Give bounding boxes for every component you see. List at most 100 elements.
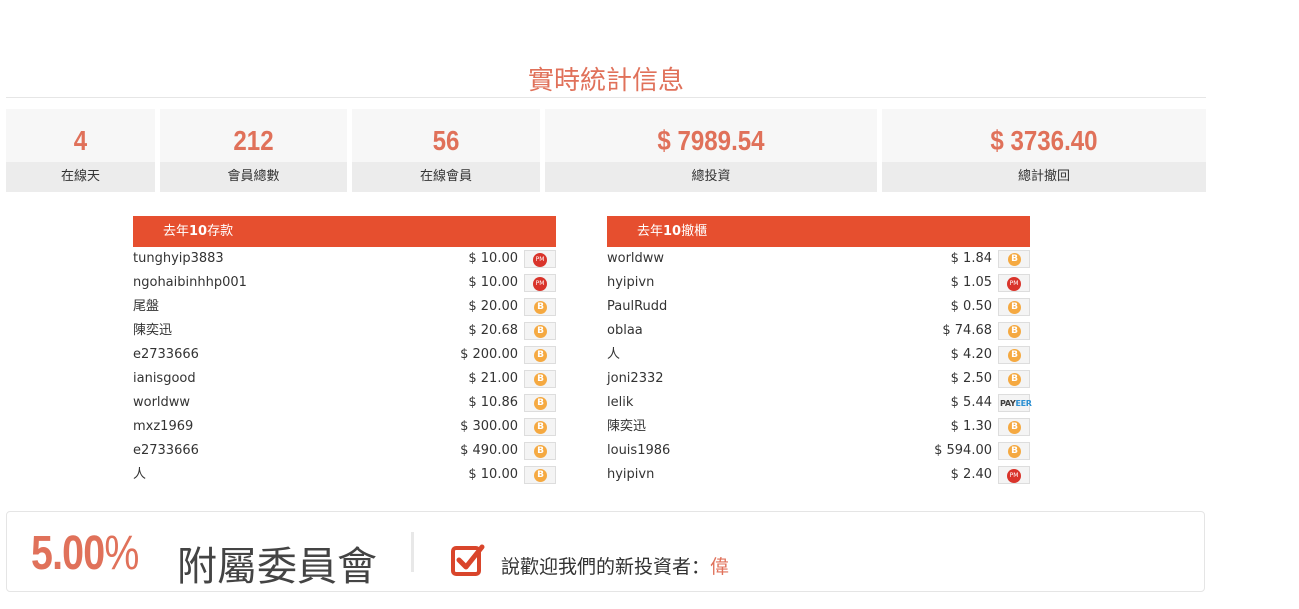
member-name: joni2332	[607, 371, 664, 386]
member-name: 人	[133, 467, 147, 482]
member-name: e2733666	[133, 443, 199, 458]
header-text: 去年	[163, 224, 190, 239]
percent-sign: %	[104, 527, 139, 580]
amount: $ 490.00	[460, 443, 518, 458]
header-count: 10	[189, 224, 208, 239]
bitcoin-badge: B	[998, 418, 1030, 436]
list-row: e2733666 $ 490.00 B	[133, 439, 556, 463]
list-row: tunghyip3883 $ 10.00 PM	[133, 247, 556, 271]
stat-online-members: 56 在線會員	[352, 109, 540, 192]
list-row: 人 $ 4.20 B	[607, 343, 1030, 367]
member-name: mxz1969	[133, 419, 194, 434]
bitcoin-badge: B	[524, 418, 556, 436]
list-row: 陳奕迅 $ 20.68 B	[133, 319, 556, 343]
stat-total-invested: $ 7989.54 總投資	[545, 109, 877, 192]
list-row: mxz1969 $ 300.00 B	[133, 415, 556, 439]
amount: $ 594.00	[934, 443, 992, 458]
bitcoin-badge: B	[524, 346, 556, 364]
stat-label: 會員總數	[160, 162, 347, 192]
amount: $ 1.30	[950, 419, 992, 434]
stat-total-withdrawn: $ 3736.40 總計撤回	[882, 109, 1206, 192]
list-row: worldww $ 1.84 B	[607, 247, 1030, 271]
amount: $ 1.05	[950, 275, 992, 290]
affiliate-percent-value: 5.00	[31, 527, 105, 580]
perfect-money-icon: PM	[533, 253, 547, 267]
list-row: PaulRudd $ 0.50 B	[607, 295, 1030, 319]
deposits-list: tunghyip3883 $ 10.00 PM ngohaibinhhp001 $ 10…	[133, 247, 556, 487]
newest-investor-name: 偉	[710, 556, 730, 578]
amount: $ 10.86	[468, 395, 518, 410]
header-text: 撤櫃	[681, 224, 708, 239]
member-name: ianisgood	[133, 371, 196, 386]
bitcoin-badge: B	[524, 442, 556, 460]
last-withdrawals-header: 去年10撤櫃	[607, 216, 1030, 247]
stat-label: 在線會員	[352, 162, 540, 192]
bitcoin-badge: B	[524, 370, 556, 388]
list-row: joni2332 $ 2.50 B	[607, 367, 1030, 391]
amount: $ 20.00	[468, 299, 518, 314]
perfect-money-badge: PM	[998, 274, 1030, 292]
amount: $ 10.00	[468, 251, 518, 266]
list-row: louis1986 $ 594.00 B	[607, 439, 1030, 463]
bitcoin-badge: B	[524, 394, 556, 412]
bitcoin-icon: B	[534, 445, 547, 458]
bitcoin-icon: B	[1008, 253, 1021, 266]
bitcoin-badge: B	[524, 466, 556, 484]
bitcoin-icon: B	[534, 421, 547, 434]
bitcoin-badge: B	[524, 298, 556, 316]
member-name: e2733666	[133, 347, 199, 362]
payeer-icon: PAYEER	[1000, 398, 1032, 409]
list-row: e2733666 $ 200.00 B	[133, 343, 556, 367]
amount: $ 2.50	[950, 371, 992, 386]
bitcoin-icon: B	[1008, 325, 1021, 338]
bitcoin-icon: B	[534, 349, 547, 362]
bitcoin-icon: B	[1008, 349, 1021, 362]
bitcoin-icon: B	[534, 325, 547, 338]
member-name: hyipivn	[607, 275, 655, 290]
bitcoin-icon: B	[534, 397, 547, 410]
list-row: hyipivn $ 1.05 PM	[607, 271, 1030, 295]
amount: $ 20.68	[468, 323, 518, 338]
stat-label: 在線天	[6, 162, 155, 192]
amount: $ 21.00	[468, 371, 518, 386]
amount: $ 10.00	[468, 467, 518, 482]
amount: $ 5.44	[950, 395, 992, 410]
affiliate-banner: 5.00% 附屬委員會 說歡迎我們的新投資者：偉	[6, 511, 1205, 592]
affiliate-percent: 5.00%	[31, 526, 139, 581]
list-row: 人 $ 10.00 B	[133, 463, 556, 487]
amount: $ 1.84	[950, 251, 992, 266]
stat-value: 4	[73, 125, 88, 156]
last-withdrawals-panel: 去年10撤櫃 worldww $ 1.84 Bhyipivn $ 1.05 PM Paul…	[607, 216, 1032, 487]
stat-total-members: 212 會員總數	[160, 109, 347, 192]
vertical-divider	[411, 532, 414, 572]
payeer-logo-text: PAY	[1000, 399, 1016, 408]
amount: $ 74.68	[942, 323, 992, 338]
affiliate-label: 附屬委員會	[177, 544, 377, 590]
amount: $ 200.00	[460, 347, 518, 362]
header-count: 10	[663, 224, 682, 239]
last-deposits-panel: 去年10存款 tunghyip3883 $ 10.00 PM ngohaibinhhp…	[133, 216, 556, 487]
perfect-money-badge: PM	[524, 250, 556, 268]
bitcoin-icon: B	[1008, 373, 1021, 386]
bitcoin-badge: B	[998, 250, 1030, 268]
bitcoin-icon: B	[1008, 445, 1021, 458]
member-name: oblaa	[607, 323, 643, 338]
stats-title: 實時統計信息	[527, 66, 684, 96]
bitcoin-badge: B	[998, 442, 1030, 460]
member-name: 人	[607, 347, 621, 362]
perfect-money-icon: PM	[1007, 469, 1021, 483]
welcome-text: 說歡迎我們的新投資者：	[501, 556, 711, 578]
amount: $ 300.00	[460, 419, 518, 434]
bitcoin-icon: B	[534, 469, 547, 482]
bitcoin-badge: B	[998, 346, 1030, 364]
member-name: worldww	[607, 251, 665, 266]
list-row: 陳奕迅 $ 1.30 B	[607, 415, 1030, 439]
amount: $ 2.40	[950, 467, 992, 482]
last-deposits-header: 去年10存款	[133, 216, 556, 247]
stat-value: $ 7989.54	[657, 125, 765, 156]
bitcoin-badge: B	[998, 322, 1030, 340]
member-name: ngohaibinhhp001	[133, 275, 247, 290]
bitcoin-badge: B	[998, 370, 1030, 388]
bitcoin-icon: B	[1008, 301, 1021, 314]
bitcoin-badge: B	[524, 322, 556, 340]
